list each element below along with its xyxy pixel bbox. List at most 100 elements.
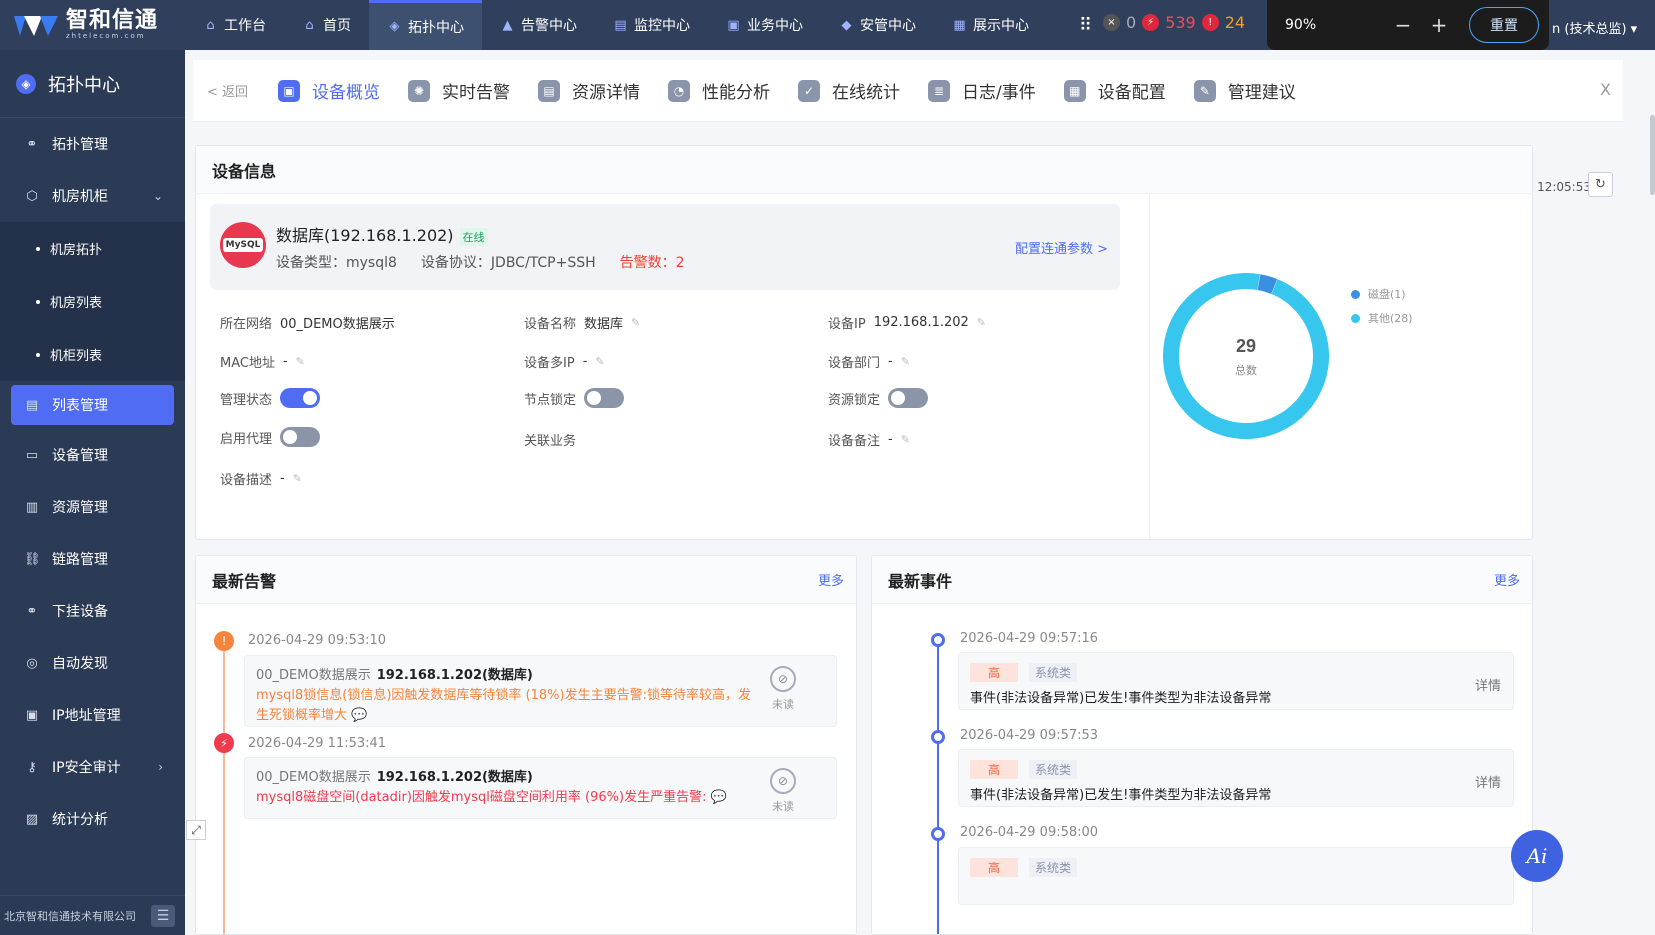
comment-icon[interactable]: 💬 — [711, 790, 727, 805]
legend-item[interactable]: 磁盘(1) — [1351, 286, 1413, 302]
ai-assistant-button[interactable]: Ai — [1511, 830, 1563, 882]
donut-slice-1[interactable] — [1159, 269, 1333, 443]
subdevice-icon: ⚭ — [26, 603, 38, 619]
tab-realtime-alarm[interactable]: ✺ 实时告警 — [396, 60, 526, 122]
brand-logo[interactable]: 智和信通 zhtelecom.com — [0, 0, 185, 50]
back-label: 返回 — [222, 85, 249, 100]
tab-device-config[interactable]: ▦ 设备配置 — [1052, 60, 1182, 122]
field-network: 所在网络 00_DEMO数据展示 — [220, 313, 395, 332]
alarm-status[interactable]: ⊘ 未读 — [770, 768, 796, 814]
sidebar-item-subdevice[interactable]: ⚭ 下挂设备 — [0, 585, 185, 637]
sidebar-item-link-mgmt[interactable]: ⛓ 链路管理 — [0, 533, 185, 585]
edit-icon[interactable]: ✎ — [901, 355, 910, 368]
nav-topology[interactable]: ◈ 拓扑中心 — [369, 0, 482, 50]
chevron-down-icon: ⌄ — [152, 189, 163, 203]
warning-icon: ! — [1201, 14, 1219, 31]
zoom-in-button[interactable]: + — [1421, 13, 1457, 37]
edit-icon[interactable]: ✎ — [631, 316, 640, 329]
alarms-more-link[interactable]: 更多 — [818, 570, 844, 589]
event-item[interactable]: 高 系统类 — [958, 847, 1514, 905]
event-time: 2026-04-29 09:58:00 — [960, 825, 1099, 840]
refresh-icon[interactable]: ↻ — [1588, 172, 1613, 197]
device-name-text: 数据库(192.168.1.202) — [276, 226, 454, 245]
nav-monitor[interactable]: ▤ 监控中心 — [595, 0, 708, 50]
sidebar-item-label: 链路管理 — [52, 552, 108, 568]
event-item[interactable]: 高 系统类 事件(非法设备异常)已发生!事件类型为非法设备异常 详情 — [958, 749, 1514, 807]
tab-online-stats[interactable]: ✓ 在线统计 — [786, 60, 916, 122]
field-label: 设备部门 — [828, 356, 881, 371]
tab-mgmt-advice[interactable]: ✎ 管理建议 — [1182, 60, 1312, 122]
tab-performance[interactable]: ◔ 性能分析 — [656, 60, 786, 122]
nav-home[interactable]: ⌂ 首页 — [284, 0, 369, 50]
sidebar-item-discover[interactable]: ◎ 自动发现 — [0, 637, 185, 689]
alarm-head: 00_DEMO数据展示 192.168.1.202(数据库) — [256, 664, 533, 683]
zoom-out-button[interactable]: − — [1385, 13, 1421, 37]
edit-icon[interactable]: ✎ — [977, 316, 986, 329]
mgmt-status-toggle[interactable] — [280, 388, 321, 408]
node-lock-toggle[interactable] — [584, 388, 625, 408]
alarm-status[interactable]: ⊘ 未读 — [770, 666, 796, 712]
sidebar-item-label: 资源管理 — [52, 500, 108, 516]
counter-2: 539 — [1165, 13, 1196, 32]
tab-resource-detail[interactable]: ▤ 资源详情 — [526, 60, 656, 122]
sidebar-item-stats[interactable]: ▨ 统计分析 — [0, 793, 185, 845]
edit-icon[interactable]: ✎ — [901, 433, 910, 446]
alarm-counters[interactable]: × 0 ⚡ 539 ! 24 — [1103, 13, 1245, 32]
sidebar-item-device-mgmt[interactable]: ▭ 设备管理 — [0, 429, 185, 481]
tab-label: 设备概览 — [312, 83, 381, 103]
sidebar-item-label: IP地址管理 — [52, 708, 121, 724]
device-info-card: 设备信息 MySQL 数据库(192.168.1.202) 在线 设备类型：mys… — [195, 145, 1533, 540]
alarm-text: mysql8磁盘空间(datadir)因触发mysql磁盘空间利用率 (96%)… — [256, 788, 756, 808]
events-more-link[interactable]: 更多 — [1494, 570, 1520, 589]
sidebar-item-resource-mgmt[interactable]: ▥ 资源管理 — [0, 481, 185, 533]
config-connectivity-link[interactable]: 配置连通参数 > — [1015, 238, 1108, 257]
field-dept: 设备部门 - ✎ — [828, 352, 910, 371]
nav-business[interactable]: ▣ 业务中心 — [708, 0, 821, 50]
tab-overview[interactable]: ▣ 设备概览 — [266, 60, 396, 122]
resource-lock-toggle[interactable] — [888, 388, 929, 408]
device-name: 数据库(192.168.1.202) 在线 — [276, 222, 488, 246]
alarm-network: 00_DEMO数据展示 — [256, 668, 371, 683]
nav-workbench[interactable]: ⌂ 工作台 — [185, 0, 284, 50]
sidebar-item-list-mgmt[interactable]: ▤ 列表管理 — [11, 385, 174, 425]
sidebar-item-ip-audit[interactable]: ⚷ IP安全审计 › — [0, 741, 185, 793]
alarm-item[interactable]: 00_DEMO数据展示 192.168.1.202(数据库) mysql8锁信息(… — [244, 655, 837, 727]
user-menu[interactable]: n (技术总监) ▾ — [1552, 18, 1637, 37]
alarm-item[interactable]: 00_DEMO数据展示 192.168.1.202(数据库) mysql8磁盘空间… — [244, 757, 837, 819]
event-item[interactable]: 高 系统类 事件(非法设备异常)已发生!事件类型为非法设备异常 详情 — [958, 652, 1514, 710]
top-bar: 智和信通 zhtelecom.com ⌂ 工作台 ⌂ 首页 ◈ 拓扑中心 ▲ 告警中心 … — [0, 0, 1655, 50]
legend-label: 磁盘(1) — [1368, 288, 1406, 301]
edit-icon[interactable]: ✎ — [595, 355, 604, 368]
edit-icon[interactable]: ✎ — [296, 355, 305, 368]
chart-icon: ▨ — [25, 811, 39, 827]
nav-security[interactable]: ◆ 安管中心 — [821, 0, 934, 50]
device-protocol: 设备协议：JDBC/TCP+SSH — [420, 255, 596, 271]
menu-toggle-icon[interactable]: ☰ — [151, 904, 175, 927]
timeline-dot — [931, 730, 945, 744]
close-button[interactable]: X — [1600, 80, 1611, 99]
sidebar-subitem-room-list[interactable]: 机房列表 — [0, 275, 185, 328]
back-link[interactable]: < 返回 — [193, 81, 266, 100]
comment-icon[interactable]: 💬 — [351, 708, 367, 723]
nav-display[interactable]: ▦ 展示中心 — [934, 0, 1047, 50]
home-icon: ⌂ — [305, 17, 314, 33]
sidebar-subitem-room-topology[interactable]: 机房拓扑 — [0, 222, 185, 275]
donut-slice-0[interactable] — [1257, 274, 1278, 295]
tab-log-event[interactable]: ≣ 日志/事件 — [916, 60, 1052, 122]
fullscreen-icon[interactable]: ⤢ — [186, 820, 206, 840]
edit-icon[interactable]: ✎ — [293, 472, 302, 485]
event-detail-link[interactable]: 详情 — [1475, 772, 1501, 791]
sidebar-item-rack[interactable]: ⬡ 机房机柜 ⌄ — [0, 170, 185, 222]
field-description: 设备描述 - ✎ — [220, 469, 302, 488]
legend-item[interactable]: 其他(28) — [1351, 310, 1413, 326]
sidebar-item-topology-mgmt[interactable]: ⚭ 拓扑管理 — [0, 118, 185, 170]
field-label: 设备多IP — [524, 356, 575, 371]
sidebar-item-ip-mgmt[interactable]: ▣ IP地址管理 — [0, 689, 185, 741]
scrollbar[interactable] — [1650, 115, 1655, 195]
zoom-reset-button[interactable]: 重置 — [1469, 7, 1539, 43]
sidebar-subitem-rack-list[interactable]: 机柜列表 — [0, 328, 185, 381]
nav-alert[interactable]: ▲ 告警中心 — [482, 0, 595, 50]
company-name: 北京智和信通技术有限公司 — [4, 909, 136, 923]
event-detail-link[interactable]: 详情 — [1475, 675, 1501, 694]
proxy-toggle[interactable] — [280, 427, 321, 447]
